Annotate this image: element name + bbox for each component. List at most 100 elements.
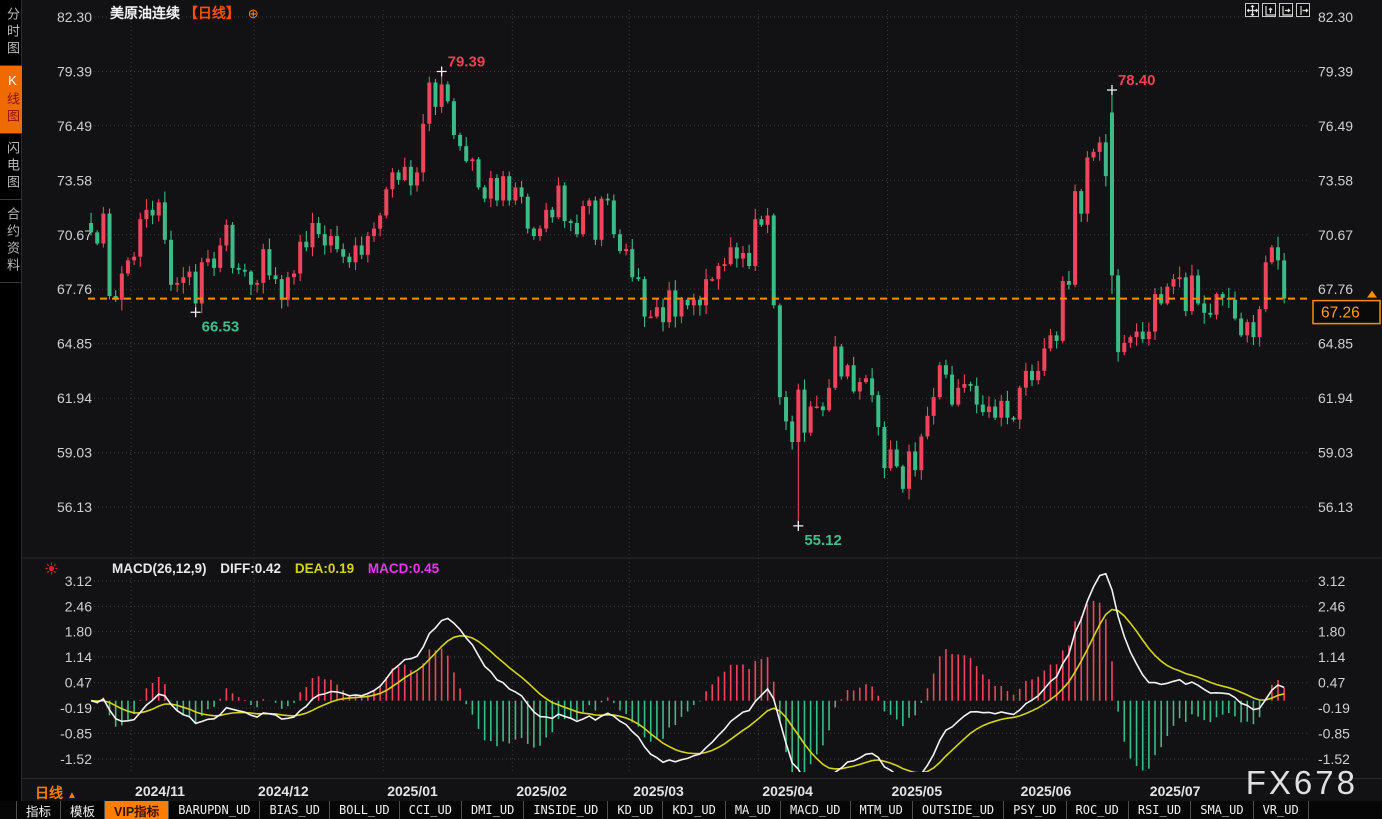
chart-toolbar-icons <box>1245 3 1310 17</box>
svg-text:2.46: 2.46 <box>65 598 92 614</box>
svg-text:82.30: 82.30 <box>57 9 92 25</box>
toolbar-button-[interactable]: 模板 <box>61 801 105 819</box>
svg-text:61.94: 61.94 <box>1318 390 1353 406</box>
toolbar-button-vr_ud[interactable]: VR_UD <box>1254 801 1309 819</box>
macd-indicator-header: MACD(26,12,9) DIFF:0.42 DEA:0.19 MACD:0.… <box>112 561 449 576</box>
svg-text:70.67: 70.67 <box>57 227 92 243</box>
svg-text:-0.85: -0.85 <box>60 725 92 741</box>
toolbar-button-inside_ud[interactable]: INSIDE_UD <box>524 801 608 819</box>
toolbar-button-[interactable]: 指标 <box>17 801 61 819</box>
month-tick-2025-02: 2025/02 <box>516 783 567 799</box>
macd-params: MACD(26,12,9) <box>112 561 207 576</box>
sidebar-tab-3[interactable]: 闪电图 <box>0 134 22 200</box>
svg-text:56.13: 56.13 <box>1318 499 1353 515</box>
svg-text:0.47: 0.47 <box>65 675 92 691</box>
svg-text:-0.19: -0.19 <box>1318 700 1350 716</box>
svg-text:55.12: 55.12 <box>804 532 842 549</box>
month-tick-2025-07: 2025/07 <box>1150 783 1201 799</box>
indicator-toolbar: 指标模板VIP指标BARUPDN_UDBIAS_UDBOLL_UDCCI_UDD… <box>0 801 1382 819</box>
xaxis-row: 日线 ▲ 2024/11 2024/12 2025/01 2025/02 2025/03 2… <box>22 778 1382 801</box>
toolbar-button-macd_ud[interactable]: MACD_UD <box>781 801 851 819</box>
toolbar-button-psy_ud[interactable]: PSY_UD <box>1004 801 1066 819</box>
toolbar-button-sma_ud[interactable]: SMA_UD <box>1191 801 1253 819</box>
candlestick-macd-chart[interactable]: 82.30 82.30 79.39 79.39 76.49 76.49 73.58 73.58… <box>22 0 1382 778</box>
chart-title: 美原油连续 【日线】 ⊕ <box>110 3 259 23</box>
month-tick-2024-12: 2024/12 <box>258 783 309 799</box>
period-text: 日线 <box>35 785 63 801</box>
month-tick-2025-01: 2025/01 <box>387 783 438 799</box>
svg-text:56.13: 56.13 <box>57 499 92 515</box>
sidebar-tab-2[interactable]: K线图 <box>0 66 22 134</box>
toolbar-button-cci_ud[interactable]: CCI_UD <box>400 801 462 819</box>
indicator-settings-icon[interactable] <box>45 562 58 580</box>
trading-app: 分时图K线图闪电图合约资料 82.30 82.30 79.39 79.39 76.49 7… <box>0 0 1382 819</box>
svg-text:76.49: 76.49 <box>1318 118 1353 134</box>
toolbar-button-boll_ud[interactable]: BOLL_UD <box>330 801 400 819</box>
toolbar-spacer <box>0 801 17 819</box>
svg-text:67.76: 67.76 <box>1318 281 1353 297</box>
macd-value: MACD:0.45 <box>368 561 439 576</box>
toolbar-button-mtm_ud[interactable]: MTM_UD <box>851 801 913 819</box>
svg-text:61.94: 61.94 <box>57 390 92 406</box>
svg-text:78.40: 78.40 <box>1118 72 1156 89</box>
triangle-up-icon: ▲ <box>67 790 77 801</box>
chart-region[interactable]: 82.30 82.30 79.39 79.39 76.49 76.49 73.58 73.58… <box>22 0 1382 801</box>
svg-text:64.85: 64.85 <box>57 336 92 352</box>
period-badge: 【日线】 <box>184 5 240 21</box>
svg-text:1.14: 1.14 <box>1318 649 1345 665</box>
toolbar-button-outside_ud[interactable]: OUTSIDE_UD <box>913 801 1004 819</box>
month-tick-2025-06: 2025/06 <box>1021 783 1072 799</box>
month-tick-2024-11: 2024/11 <box>135 783 185 799</box>
macd-diff-value: DIFF:0.42 <box>220 561 281 576</box>
brand-watermark: FX678 <box>1246 764 1358 802</box>
svg-text:67.76: 67.76 <box>57 281 92 297</box>
month-tick-2025-04: 2025/04 <box>762 783 813 799</box>
toolbar-button-dmi_ud[interactable]: DMI_UD <box>462 801 524 819</box>
price-annotations: 66.53 79.39 55.12 78.40 <box>191 53 1156 548</box>
svg-text:3.12: 3.12 <box>65 573 92 589</box>
svg-text:59.03: 59.03 <box>57 445 92 461</box>
toolbar-button-roc_ud[interactable]: ROC_UD <box>1067 801 1129 819</box>
svg-text:79.39: 79.39 <box>57 63 92 79</box>
sidebar-tab-4[interactable]: 合约资料 <box>0 200 22 283</box>
scale-right-icon[interactable] <box>1279 3 1293 17</box>
symbol-name: 美原油连续 <box>110 5 180 21</box>
toolbar-button-bias_ud[interactable]: BIAS_UD <box>260 801 330 819</box>
svg-text:73.58: 73.58 <box>57 172 92 188</box>
sidebar-tab-1[interactable]: 分时图 <box>0 0 22 66</box>
svg-text:67.26: 67.26 <box>1321 305 1360 322</box>
svg-text:70.67: 70.67 <box>1318 227 1353 243</box>
toolbar-button-kdj_ud[interactable]: KDJ_UD <box>663 801 725 819</box>
toolbar-button-rsi_ud[interactable]: RSI_UD <box>1129 801 1191 819</box>
scale-up-icon[interactable] <box>1262 3 1276 17</box>
svg-text:73.58: 73.58 <box>1318 172 1353 188</box>
left-sidebar: 分时图K线图闪电图合约资料 <box>0 0 22 819</box>
pan-right-icon[interactable] <box>1296 3 1310 17</box>
toolbar-button-ma_ud[interactable]: MA_UD <box>726 801 781 819</box>
svg-text:2.46: 2.46 <box>1318 598 1345 614</box>
svg-text:1.80: 1.80 <box>65 624 92 640</box>
gridlines <box>82 10 1310 772</box>
svg-text:0.47: 0.47 <box>1318 675 1345 691</box>
svg-text:-0.85: -0.85 <box>1318 725 1350 741</box>
toolbar-button-kd_ud[interactable]: KD_UD <box>608 801 663 819</box>
svg-text:82.30: 82.30 <box>1318 9 1353 25</box>
svg-text:79.39: 79.39 <box>448 53 486 70</box>
svg-text:79.39: 79.39 <box>1318 63 1353 79</box>
svg-text:66.53: 66.53 <box>202 318 240 335</box>
svg-text:-0.19: -0.19 <box>60 700 92 716</box>
macd-pane <box>91 574 1284 778</box>
svg-text:64.85: 64.85 <box>1318 336 1353 352</box>
month-tick-2025-05: 2025/05 <box>892 783 943 799</box>
svg-text:59.03: 59.03 <box>1318 445 1353 461</box>
svg-text:1.14: 1.14 <box>65 649 92 665</box>
macd-dea-value: DEA:0.19 <box>295 561 354 576</box>
toolbar-button-barupdn_ud[interactable]: BARUPDN_UD <box>169 801 260 819</box>
svg-text:3.12: 3.12 <box>1318 573 1345 589</box>
svg-text:76.49: 76.49 <box>57 118 92 134</box>
circle-plus-icon[interactable]: ⊕ <box>248 6 259 21</box>
toolbar-button-vip[interactable]: VIP指标 <box>105 801 169 819</box>
svg-text:1.80: 1.80 <box>1318 624 1345 640</box>
crosshair-move-icon[interactable] <box>1245 3 1259 17</box>
month-tick-2025-03: 2025/03 <box>633 783 684 799</box>
